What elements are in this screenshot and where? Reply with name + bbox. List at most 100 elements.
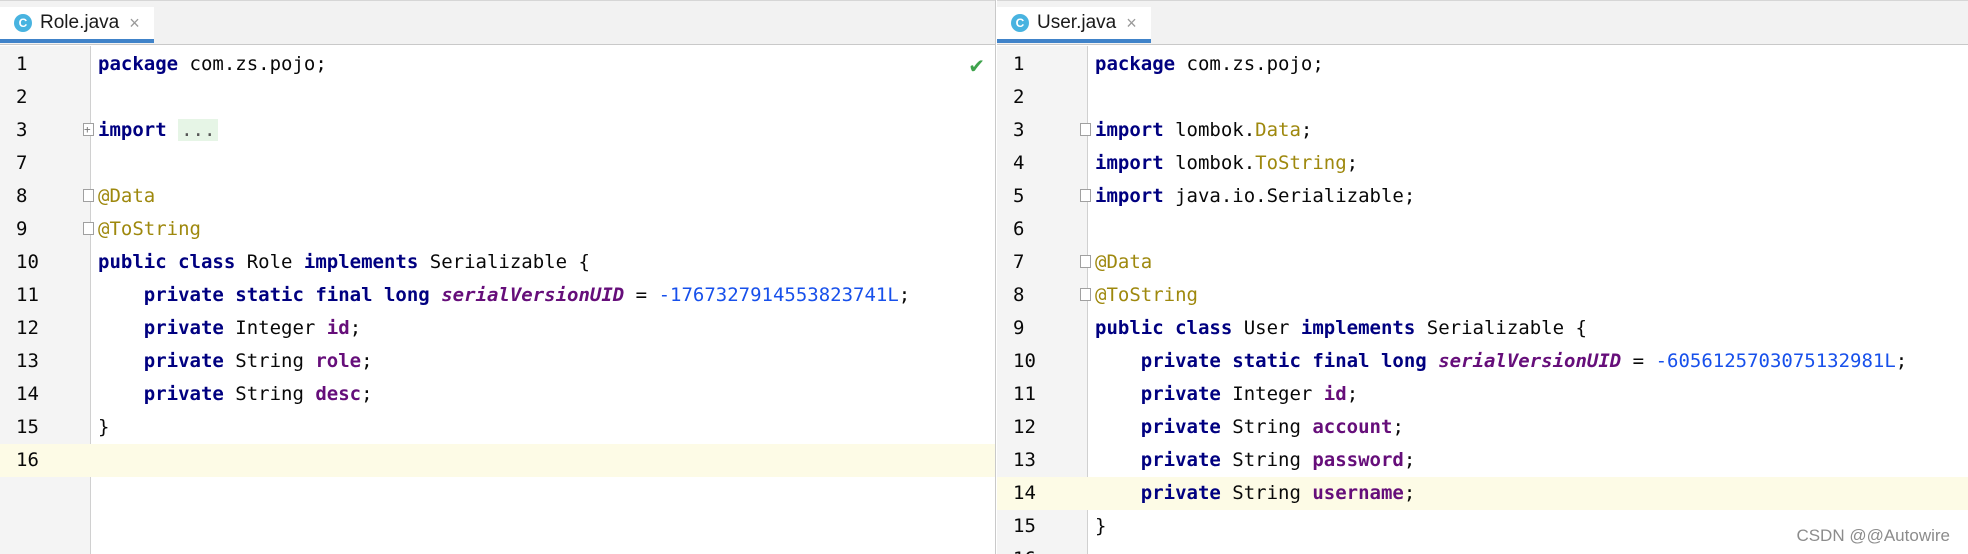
code-line[interactable]: 6 [997, 213, 1968, 246]
code-line[interactable]: 14 private String username; [997, 477, 1968, 510]
code-token: @Data [1095, 251, 1153, 273]
line-number: 9 [1013, 317, 1025, 339]
code-token: lombok. [1163, 119, 1256, 141]
code-token: password [1312, 449, 1404, 471]
code-line[interactable]: 9 public class User implements Serializab… [997, 312, 1968, 345]
code-line[interactable]: 15} [0, 411, 995, 444]
code-text: private String username; [1095, 477, 1416, 510]
code-line[interactable]: 16 [0, 444, 995, 477]
line-number: 13 [16, 350, 39, 372]
close-icon[interactable]: × [129, 13, 140, 34]
code-line[interactable]: 10 private static final long serialVersi… [997, 345, 1968, 378]
line-number: 7 [1013, 251, 1025, 273]
code-token: @ToString [1095, 284, 1198, 306]
code-token: username [1312, 482, 1404, 504]
line-number: 16 [1013, 543, 1036, 554]
close-icon[interactable]: × [1126, 13, 1137, 34]
code-token: Serializable { [418, 251, 590, 273]
code-editor[interactable]: 1 package com.zs.pojo; 2 3 import lombok.Dat… [997, 46, 1968, 554]
java-class-icon: C [14, 14, 32, 32]
code-text: package com.zs.pojo; [98, 48, 327, 81]
code-token: desc [315, 383, 362, 405]
fold-collapse-icon[interactable] [1080, 189, 1091, 202]
code-token: } [1095, 515, 1107, 537]
code-line[interactable]: 10 public class Role implements Serializa… [0, 246, 995, 279]
line-number: 1 [16, 53, 28, 75]
code-token: id [1323, 383, 1347, 405]
code-token: -6056125703075132981L [1655, 350, 1896, 372]
code-line[interactable]: 3 import ... [0, 113, 995, 147]
code-text: public class Role implements Serializabl… [98, 246, 590, 279]
code-text: private Integer id; [98, 312, 361, 345]
line-number: 5 [1013, 185, 1025, 207]
fold-collapse-icon[interactable] [83, 222, 94, 235]
code-line[interactable]: 11 private Integer id; [997, 378, 1968, 411]
line-number: 8 [16, 185, 28, 207]
editor-pane-right: C User.java × 1 package com.zs.pojo; 2 3 imp… [997, 0, 1968, 554]
code-token: String [223, 350, 316, 372]
line-number: 10 [16, 251, 39, 273]
fold-collapse-icon[interactable] [83, 189, 94, 202]
line-number: 1 [1013, 53, 1025, 75]
code-token: ; [1895, 350, 1908, 372]
code-line[interactable]: 1 package com.zs.pojo; [997, 48, 1968, 81]
tab-label: Role.java [40, 12, 120, 33]
tab-user-java[interactable]: C User.java × [997, 7, 1151, 43]
line-number: 8 [1013, 284, 1025, 306]
code-token: String [1220, 449, 1313, 471]
code-line[interactable]: 3 import lombok.Data; [997, 114, 1968, 147]
code-token: java.io.Serializable; [1163, 185, 1416, 207]
code-line[interactable]: 7 @Data [997, 246, 1968, 279]
tab-role-java[interactable]: C Role.java × [0, 7, 154, 43]
code-token: String [1220, 482, 1313, 504]
line-number: 10 [1013, 350, 1036, 372]
fold-expand-icon[interactable] [83, 113, 94, 146]
code-line[interactable]: 13 private String password; [997, 444, 1968, 477]
line-number: 15 [16, 416, 39, 438]
code-line[interactable]: 14 private String desc; [0, 378, 995, 411]
code-line[interactable]: 12 private Integer id; [0, 312, 995, 345]
line-number: 15 [1013, 515, 1036, 537]
code-line[interactable]: 9 @ToString [0, 213, 995, 246]
code-line[interactable]: 2 [997, 81, 1968, 114]
line-number: 9 [16, 218, 28, 240]
code-token: } [98, 416, 110, 438]
code-line[interactable]: 8 @Data [0, 180, 995, 213]
code-editor[interactable]: 1 package com.zs.pojo; 2 3 import ... 7 8 @Data… [0, 46, 995, 554]
fold-collapse-icon[interactable] [1080, 255, 1091, 268]
code-token: role [315, 350, 362, 372]
code-token: User [1232, 317, 1301, 339]
code-text: @Data [1095, 246, 1152, 279]
code-line[interactable]: 7 [0, 147, 995, 180]
code-token: @Data [98, 185, 156, 207]
code-token: @ToString [98, 218, 201, 240]
code-token: ; [1300, 119, 1313, 141]
tab-label: User.java [1037, 12, 1117, 33]
code-token: String [1220, 416, 1313, 438]
code-line[interactable]: 13 private String role; [0, 345, 995, 378]
code-token: Role [235, 251, 304, 273]
code-token: lombok. [1163, 152, 1256, 174]
code-line[interactable]: 12 private String account; [997, 411, 1968, 444]
code-line[interactable]: 2 [0, 81, 995, 114]
code-line[interactable]: 4 import lombok.ToString; [997, 147, 1968, 180]
line-number: 6 [1013, 218, 1025, 240]
code-line[interactable]: 1 package com.zs.pojo; [0, 48, 995, 81]
code-text: import lombok.Data; [1095, 114, 1312, 147]
code-text: private String password; [1095, 444, 1416, 477]
code-line[interactable]: 8 @ToString [997, 279, 1968, 312]
code-line[interactable]: 11 private static final long serialVersi… [0, 279, 995, 312]
line-number: 12 [16, 317, 39, 339]
code-token: Integer [223, 317, 327, 339]
fold-collapse-icon[interactable] [1080, 288, 1091, 301]
line-number: 7 [16, 152, 28, 174]
fold-collapse-icon[interactable] [1080, 123, 1091, 136]
code-line[interactable]: 5 import java.io.Serializable; [997, 180, 1968, 213]
code-token: com.zs.pojo; [1175, 53, 1324, 75]
code-token: = [624, 284, 659, 306]
